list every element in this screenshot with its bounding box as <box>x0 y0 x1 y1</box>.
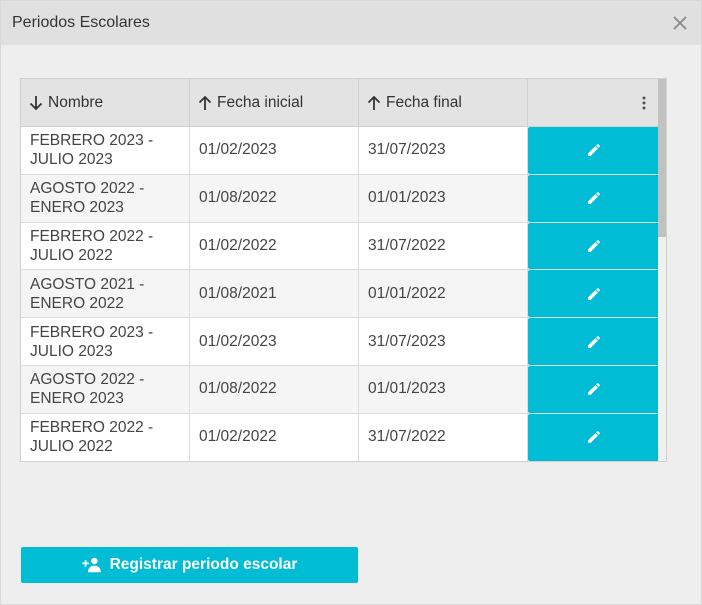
person-add-icon <box>81 557 101 573</box>
column-header-nombre[interactable]: Nombre <box>21 79 190 126</box>
table-row[interactable]: AGOSTO 2021 - ENERO 2022 01/08/2021 01/01… <box>21 270 666 319</box>
column-label: Nombre <box>48 93 104 111</box>
end-date-cell: 31/07/2023 <box>359 318 528 365</box>
column-label: Fecha final <box>386 93 462 111</box>
register-period-button[interactable]: Registrar periodo escolar <box>21 547 358 583</box>
column-menu[interactable] <box>528 79 659 126</box>
edit-pencil-icon <box>588 383 601 396</box>
column-header-fecha-final[interactable]: Fecha final <box>359 79 528 126</box>
column-label: Fecha inicial <box>217 93 304 111</box>
edit-button[interactable] <box>528 413 660 461</box>
start-date-cell: 01/02/2023 <box>190 127 359 174</box>
table-header: Nombre Fecha inicial Fecha final <box>21 79 666 127</box>
end-date-cell: 01/01/2022 <box>359 270 528 318</box>
name-cell: AGOSTO 2022 - ENERO 2023 <box>21 174 190 222</box>
end-date-cell: 01/01/2023 <box>359 174 528 222</box>
arrow-up-icon <box>367 95 381 110</box>
start-date-cell: 01/02/2023 <box>190 318 359 365</box>
start-date-cell: 01/08/2022 <box>190 365 359 413</box>
end-date-cell: 31/07/2022 <box>359 222 528 270</box>
start-date-cell: 01/02/2022 <box>190 413 359 461</box>
dialog-title: Periodos Escolares <box>12 14 150 31</box>
end-date-cell: 01/01/2023 <box>359 365 528 413</box>
school-periods-dialog: Periodos Escolares Nombre Fecha inicial <box>0 0 702 605</box>
table-body: FEBRERO 2023 - JULIO 2023 01/02/2023 31/0… <box>21 127 666 461</box>
edit-button[interactable] <box>528 174 660 222</box>
table-row[interactable]: AGOSTO 2022 - ENERO 2023 01/08/2022 01/01… <box>21 365 666 414</box>
edit-button[interactable] <box>528 365 660 413</box>
start-date-cell: 01/02/2022 <box>190 222 359 270</box>
edit-button[interactable] <box>528 270 660 318</box>
table-scrollbar[interactable] <box>658 79 666 461</box>
end-date-cell: 31/07/2023 <box>359 127 528 174</box>
edit-button[interactable] <box>528 127 660 174</box>
name-cell: FEBRERO 2023 - JULIO 2023 <box>21 318 190 365</box>
close-icon[interactable] <box>669 12 691 34</box>
column-header-fecha-inicial[interactable]: Fecha inicial <box>190 79 359 126</box>
table-row[interactable]: FEBRERO 2023 - JULIO 2023 01/02/2023 31/0… <box>21 127 666 175</box>
name-cell: AGOSTO 2021 - ENERO 2022 <box>21 270 190 318</box>
periods-table: Nombre Fecha inicial Fecha final FEBRERO… <box>20 78 667 462</box>
edit-pencil-icon <box>588 144 601 157</box>
table-row[interactable]: FEBRERO 2023 - JULIO 2023 01/02/2023 31/0… <box>21 318 666 366</box>
edit-pencil-icon <box>588 431 601 444</box>
end-date-cell: 31/07/2022 <box>359 413 528 461</box>
table-row[interactable]: FEBRERO 2022 - JULIO 2022 01/02/2022 31/0… <box>21 222 666 271</box>
name-cell: AGOSTO 2022 - ENERO 2023 <box>21 365 190 413</box>
register-period-label: Registrar periodo escolar <box>109 556 298 573</box>
edit-button[interactable] <box>528 318 660 365</box>
start-date-cell: 01/08/2021 <box>190 270 359 318</box>
scrollbar-thumb[interactable] <box>658 79 666 237</box>
arrow-up-icon <box>198 95 212 110</box>
name-cell: FEBRERO 2022 - JULIO 2022 <box>21 222 190 270</box>
edit-button[interactable] <box>528 222 660 270</box>
table-row[interactable]: FEBRERO 2022 - JULIO 2022 01/02/2022 31/0… <box>21 413 666 461</box>
name-cell: FEBRERO 2023 - JULIO 2023 <box>21 127 190 174</box>
edit-pencil-icon <box>588 192 601 205</box>
start-date-cell: 01/08/2022 <box>190 174 359 222</box>
table-row[interactable]: AGOSTO 2022 - ENERO 2023 01/08/2022 01/01… <box>21 174 666 223</box>
name-cell: FEBRERO 2022 - JULIO 2022 <box>21 413 190 461</box>
more-vert-icon[interactable] <box>641 95 647 111</box>
dialog-titlebar: Periodos Escolares <box>1 1 701 45</box>
edit-pencil-icon <box>588 239 601 252</box>
arrow-down-icon <box>29 95 43 110</box>
edit-pencil-icon <box>588 335 601 348</box>
edit-pencil-icon <box>588 287 601 300</box>
